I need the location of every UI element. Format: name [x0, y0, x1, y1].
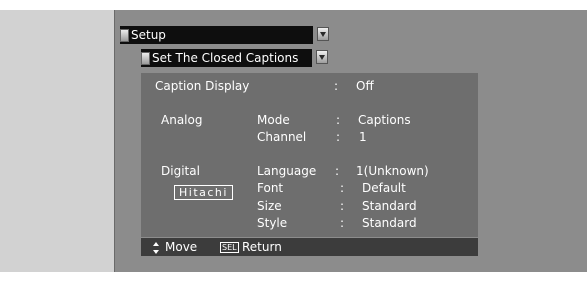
- font-label[interactable]: Font: [257, 180, 283, 196]
- mode-separator: :: [336, 113, 341, 127]
- submenu-title: Set The Closed Captions: [152, 51, 299, 65]
- move-hint-label: Move: [165, 240, 198, 254]
- mode-value[interactable]: Captions: [358, 112, 411, 128]
- font-value[interactable]: Default: [362, 180, 406, 196]
- language-separator: :: [335, 164, 340, 178]
- menu-left-marker-icon: [120, 28, 129, 42]
- submenu-dropdown-arrow-icon[interactable]: [316, 50, 328, 64]
- up-down-arrows-icon: [152, 238, 160, 256]
- channel-separator: :: [336, 130, 341, 144]
- style-label[interactable]: Style: [257, 215, 287, 231]
- analog-section-label: Analog: [161, 113, 203, 127]
- size-label[interactable]: Size: [257, 198, 282, 214]
- size-value[interactable]: Standard: [362, 198, 417, 214]
- closed-captions-submenu-bar[interactable]: Set The Closed Captions: [141, 49, 328, 67]
- hitachi-logo: Hitachi: [174, 185, 233, 200]
- settings-panel: Caption Display : Off Analog Mode : Capt…: [141, 73, 478, 237]
- sel-badge-text: SEL: [220, 242, 239, 253]
- style-separator: :: [340, 216, 345, 230]
- language-label[interactable]: Language: [257, 163, 316, 179]
- sel-button-icon: SEL: [220, 238, 241, 256]
- setup-menu-bar[interactable]: Setup: [120, 26, 329, 44]
- caption-display-label[interactable]: Caption Display: [155, 78, 249, 94]
- submenu-left-marker-icon: [141, 51, 150, 65]
- channel-value[interactable]: 1: [359, 129, 367, 145]
- setup-menu-title: Setup: [131, 28, 166, 42]
- size-separator: :: [340, 199, 345, 213]
- return-hint-label: Return: [242, 240, 282, 254]
- language-value[interactable]: 1(Unknown): [356, 163, 429, 179]
- mode-label[interactable]: Mode: [257, 112, 290, 128]
- help-footer: Move SEL Return: [141, 238, 478, 256]
- style-value[interactable]: Standard: [362, 215, 417, 231]
- channel-label[interactable]: Channel: [257, 129, 306, 145]
- font-separator: :: [340, 181, 345, 195]
- digital-section-label: Digital: [161, 164, 200, 178]
- caption-display-value[interactable]: Off: [356, 78, 374, 94]
- caption-display-separator: :: [334, 79, 339, 93]
- dropdown-arrow-icon[interactable]: [317, 27, 329, 41]
